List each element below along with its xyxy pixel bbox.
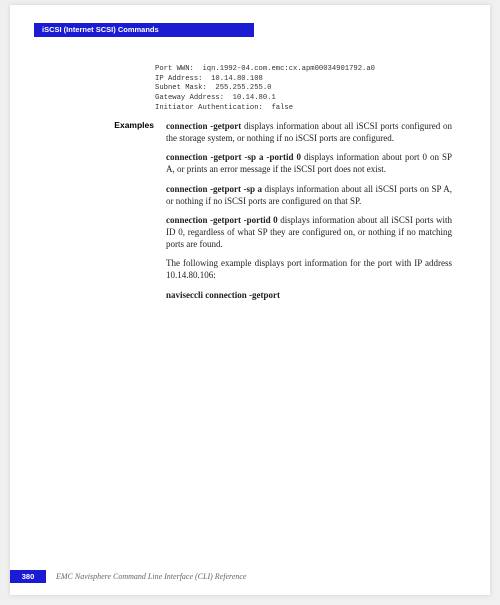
- content-area: Examples connection -getport displays in…: [102, 120, 452, 316]
- page-footer: 380 EMC Navisphere Command Line Interfac…: [10, 570, 490, 583]
- page: iSCSI (Internet SCSI) Commands Port WWN:…: [10, 5, 490, 595]
- example-paragraph: naviseccli connection -getport: [166, 289, 452, 301]
- example-paragraph: connection -getport displays information…: [166, 120, 452, 144]
- examples-row: Examples connection -getport displays in…: [102, 120, 452, 308]
- command-text: connection -getport -portid 0: [166, 215, 278, 225]
- command-text: connection -getport: [166, 121, 241, 131]
- example-paragraph: connection -getport -portid 0 displays i…: [166, 214, 452, 250]
- command-text: naviseccli connection -getport: [166, 290, 280, 300]
- examples-body: connection -getport displays information…: [166, 120, 452, 308]
- command-text: connection -getport -sp a -portid 0: [166, 152, 301, 162]
- section-header: iSCSI (Internet SCSI) Commands: [34, 23, 254, 37]
- example-paragraph: connection -getport -sp a -portid 0 disp…: [166, 151, 452, 175]
- page-number: 380: [10, 570, 46, 583]
- examples-label: Examples: [102, 120, 166, 308]
- example-paragraph: The following example displays port info…: [166, 257, 452, 281]
- code-output-block: Port WWN: iqn.1992-04.com.emc:cx.apm0003…: [155, 65, 375, 114]
- example-paragraph: connection -getport -sp a displays infor…: [166, 183, 452, 207]
- footer-title: EMC Navisphere Command Line Interface (C…: [56, 572, 246, 581]
- command-text: connection -getport -sp a: [166, 184, 262, 194]
